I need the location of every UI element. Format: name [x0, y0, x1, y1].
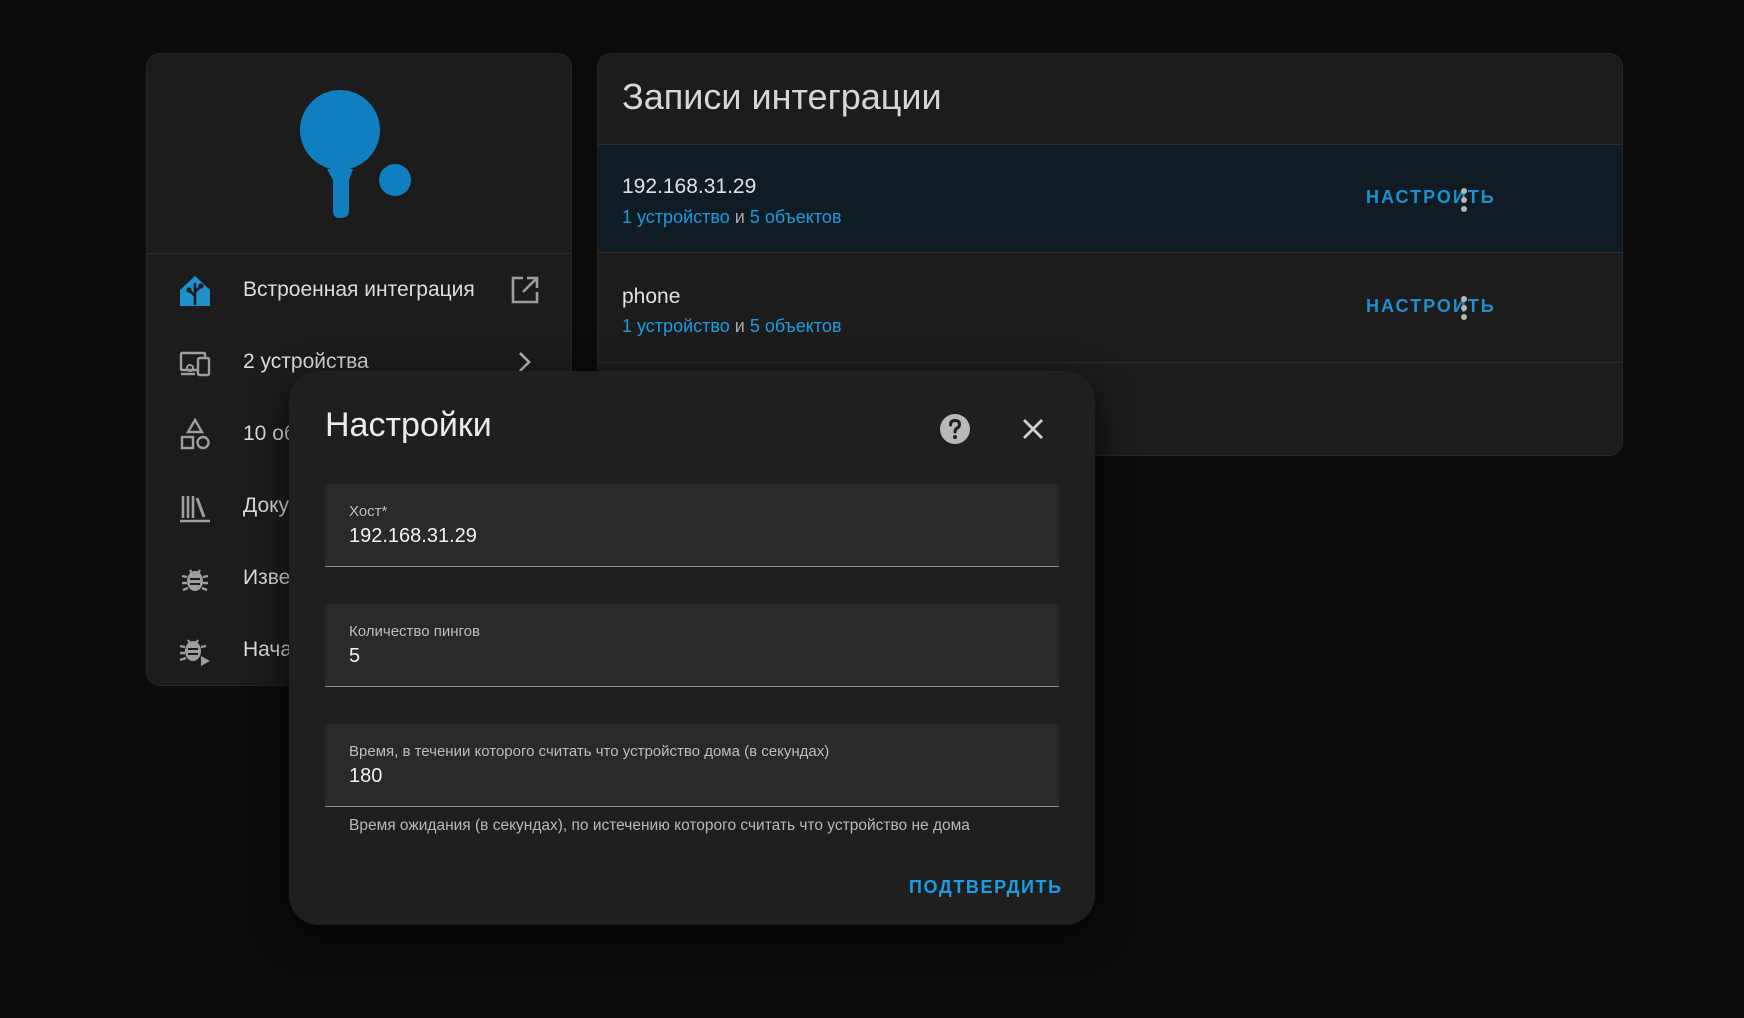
more-vert-icon[interactable] — [1449, 293, 1479, 323]
entry-summary: 1 устройство и 5 объектов — [622, 316, 842, 337]
home-assistant-icon — [180, 276, 210, 306]
options-dialog: Настройки Хост* 192.168.31.29 Количество… — [289, 371, 1095, 925]
bug-icon — [181, 569, 209, 592]
bug-play-icon — [179, 639, 210, 666]
entry-name: 192.168.31.29 — [622, 175, 757, 198]
bookshelf-icon — [180, 496, 210, 523]
field-label: Количество пингов — [349, 623, 480, 640]
field-label: Время, в течении которого считать что ус… — [349, 743, 830, 760]
host-field[interactable]: Хост* 192.168.31.29 — [325, 484, 1059, 567]
host-input[interactable]: 192.168.31.29 — [349, 525, 477, 548]
info-row-label: Встроенная интеграция — [243, 278, 475, 301]
help-icon[interactable] — [938, 412, 972, 446]
open-in-new-icon[interactable] — [509, 274, 541, 306]
entry-row[interactable]: 192.168.31.29 1 устройство и 5 объектов … — [598, 144, 1622, 253]
ping-count-field[interactable]: Количество пингов 5 — [325, 604, 1059, 687]
submit-button[interactable]: ПОДТВЕРДИТЬ — [909, 877, 1063, 898]
entries-title: Записи интеграции — [622, 76, 942, 117]
info-row-builtin[interactable]: Встроенная интеграция — [147, 254, 571, 326]
integration-logo-area — [147, 54, 571, 254]
dialog-title: Настройки — [325, 406, 492, 444]
ping-count-input[interactable]: 5 — [349, 645, 360, 668]
field-label: Хост* — [349, 503, 388, 520]
entry-entities-link[interactable]: 5 объектов — [750, 207, 842, 227]
entry-devices-link[interactable]: 1 устройство — [622, 207, 730, 227]
entry-row[interactable]: phone 1 устройство и 5 объектов Настроит… — [598, 253, 1622, 363]
devices-icon — [179, 351, 211, 377]
entry-entities-link[interactable]: 5 объектов — [750, 316, 842, 336]
home-time-input[interactable]: 180 — [349, 765, 382, 788]
entry-name: phone — [622, 285, 681, 308]
entry-devices-link[interactable]: 1 устройство — [622, 316, 730, 336]
entry-joiner: и — [729, 316, 750, 336]
entry-joiner: и — [729, 207, 750, 227]
shapes-icon — [180, 418, 210, 450]
ping-pong-logo-icon — [300, 90, 411, 218]
field-helper-text: Время ожидания (в секундах), по истечени… — [349, 817, 970, 834]
more-vert-icon[interactable] — [1449, 185, 1479, 215]
entry-summary: 1 устройство и 5 объектов — [622, 207, 842, 228]
close-icon[interactable] — [1017, 413, 1049, 445]
home-time-field[interactable]: Время, в течении которого считать что ус… — [325, 724, 1059, 807]
